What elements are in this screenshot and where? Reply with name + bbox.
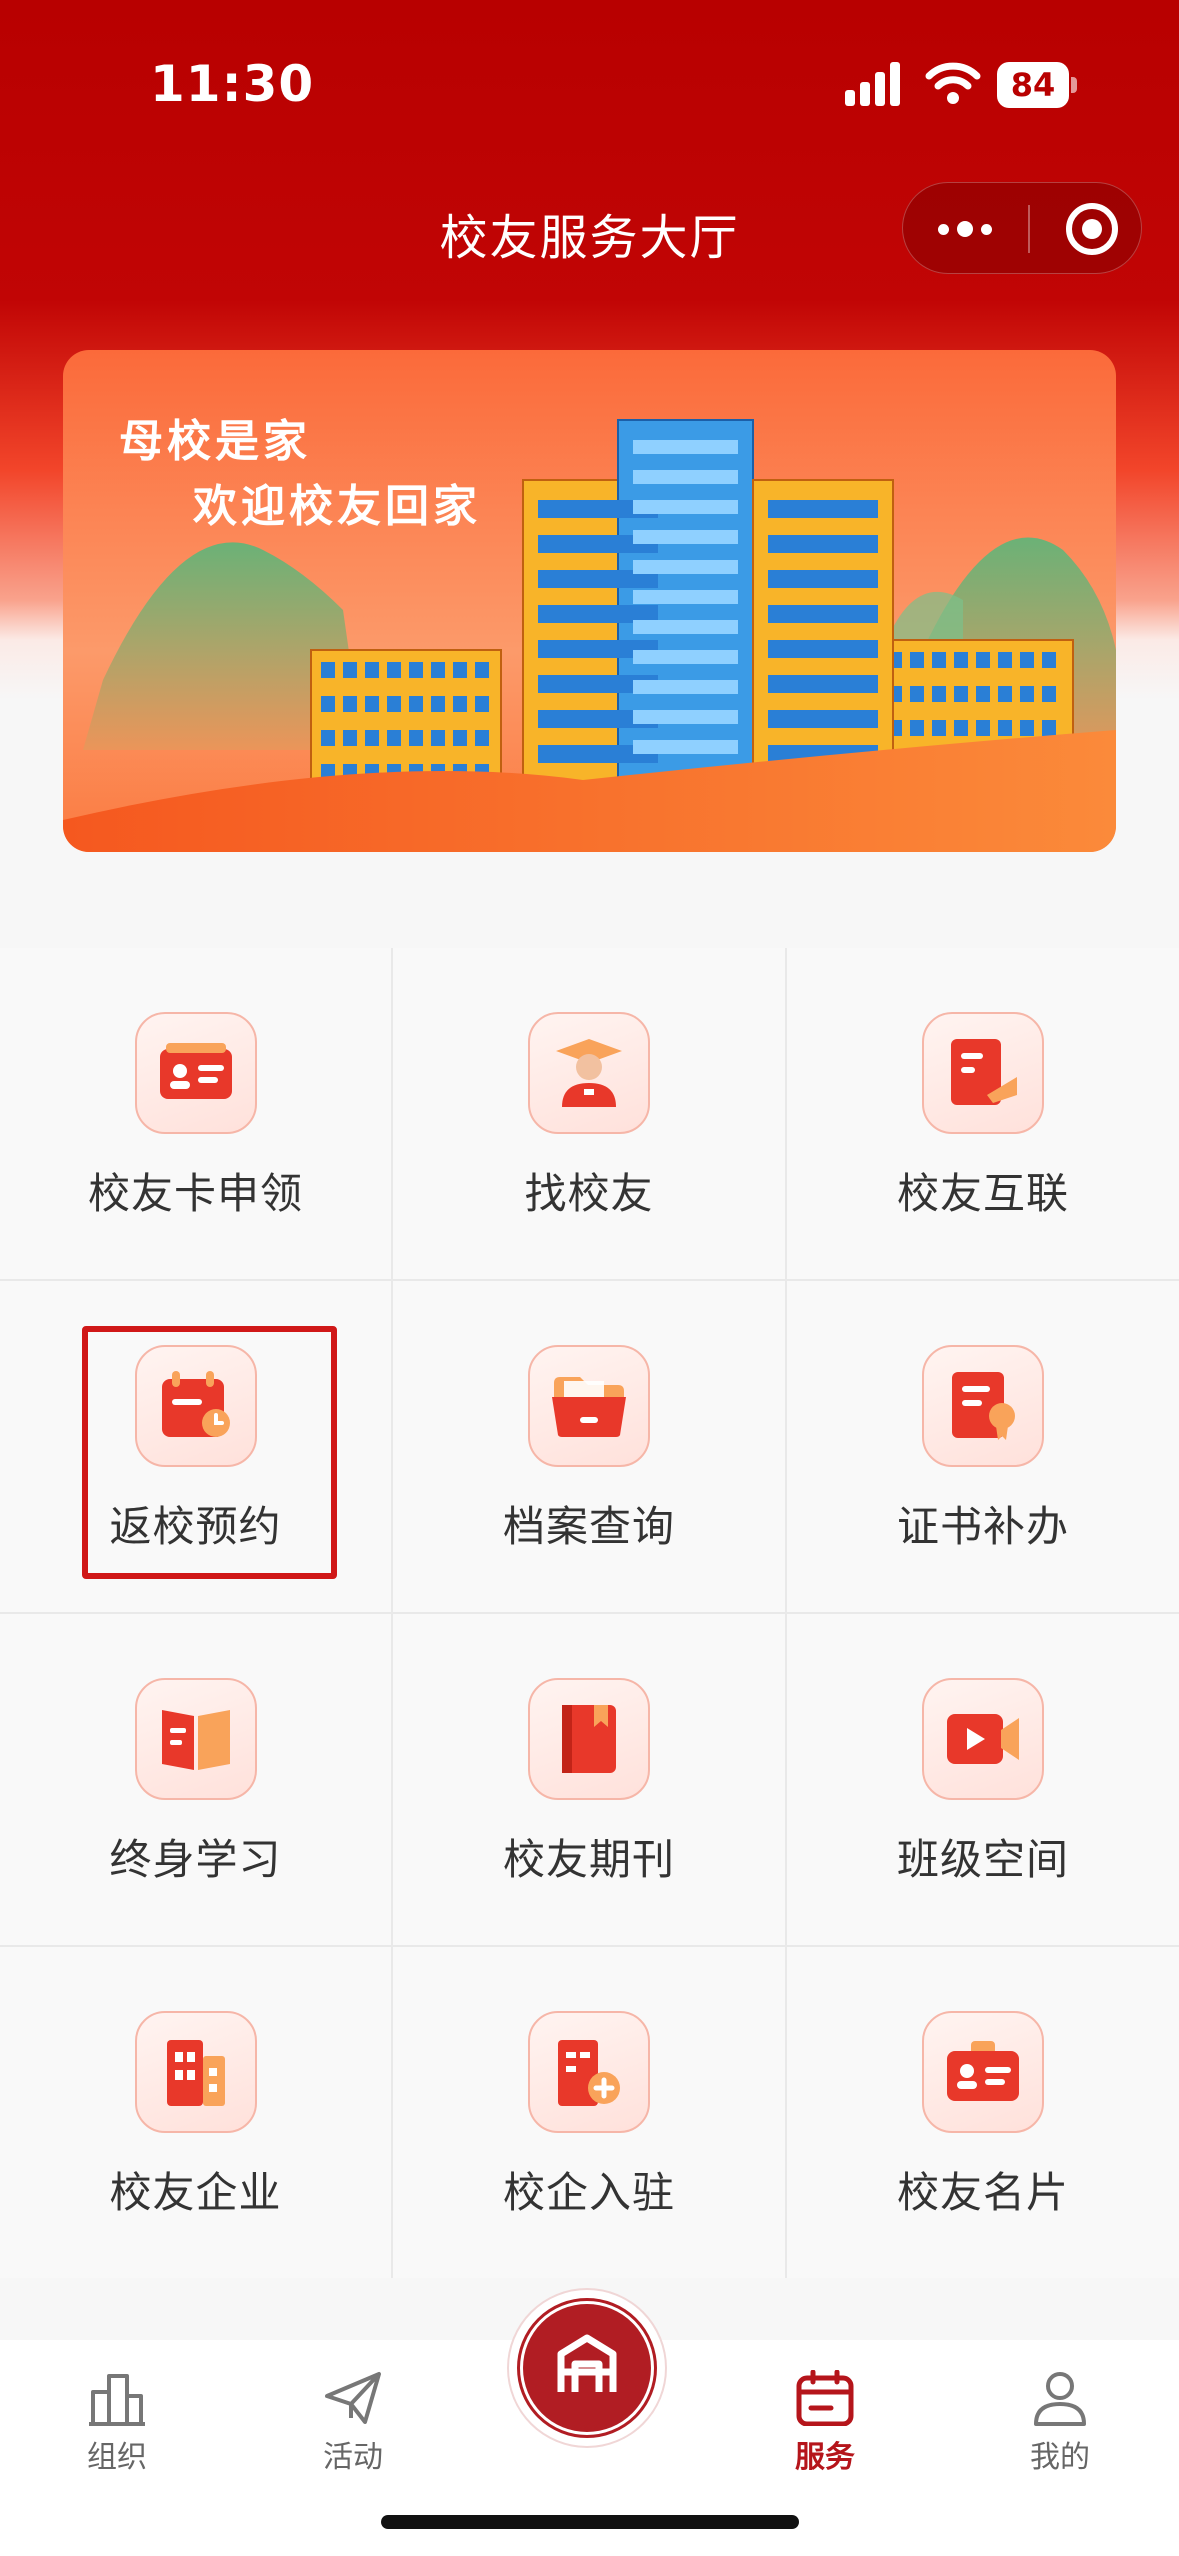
calendar-clock-icon	[134, 1345, 257, 1467]
service-label: 校友名片	[896, 2168, 1069, 2217]
status-bar: 11:30 84	[0, 0, 1179, 175]
status-time: 11:30	[150, 55, 315, 113]
name-card-icon	[922, 2011, 1044, 2133]
document-pen-icon	[922, 1012, 1044, 1134]
wifi-icon	[925, 62, 981, 104]
service-label: 校友互联	[896, 1169, 1069, 1218]
service-alumni-name-card[interactable]: 校友名片	[787, 1947, 1179, 2278]
paper-plane-icon	[325, 2372, 381, 2424]
service-label: 证书补办	[896, 1502, 1069, 1551]
mini-program-capsule	[902, 182, 1142, 274]
service-certificate-reissue[interactable]: 证书补办	[787, 1281, 1179, 1612]
building-add-icon	[528, 2011, 650, 2133]
calendar-icon	[796, 2370, 854, 2426]
graduate-person-icon	[528, 1012, 650, 1134]
service-label: 返校预约	[109, 1502, 282, 1551]
service-label: 校友卡申领	[87, 1169, 303, 1218]
folder-icon	[528, 1345, 650, 1467]
service-label: 校友期刊	[502, 1835, 675, 1884]
banner-slogan-line2: 欢迎校友回家	[193, 481, 481, 532]
tab-organization[interactable]: 组织	[42, 2370, 192, 2476]
service-label: 档案查询	[502, 1502, 675, 1551]
service-archive-query[interactable]: 档案查询	[393, 1281, 785, 1612]
tab-label: 服务	[795, 2440, 855, 2475]
battery-level: 84	[997, 62, 1069, 108]
organization-icon	[89, 2374, 145, 2426]
service-alumni-journal[interactable]: 校友期刊	[393, 1614, 785, 1945]
service-alumni-card[interactable]: 校友卡申领	[0, 948, 391, 1279]
banner[interactable]: 母校是家 欢迎校友回家	[63, 350, 1116, 852]
capsule-divider	[1028, 205, 1030, 253]
service-grid: 校友卡申领 找校友 校友互联 返校预约 档案查询 证书补办 终身学习 校友期刊 …	[0, 948, 1179, 2278]
service-lifelong-learning[interactable]: 终身学习	[0, 1614, 391, 1945]
id-card-icon	[134, 1012, 257, 1134]
tab-service[interactable]: 服务	[750, 2370, 900, 2476]
user-icon	[1034, 2372, 1086, 2426]
video-camera-icon	[922, 1678, 1044, 1800]
university-emblem-icon	[523, 2304, 651, 2432]
magazine-icon	[528, 1678, 650, 1800]
more-dots-icon[interactable]	[903, 183, 1027, 275]
service-enterprise-registration[interactable]: 校企入驻	[393, 1947, 785, 2278]
cellular-signal-icon	[845, 62, 900, 106]
service-label: 找校友	[524, 1169, 654, 1218]
service-campus-visit-booking[interactable]: 返校预约	[0, 1281, 391, 1612]
service-alumni-connect[interactable]: 校友互联	[787, 948, 1179, 1279]
open-book-icon	[134, 1678, 257, 1800]
battery-tip	[1071, 77, 1077, 93]
service-class-space[interactable]: 班级空间	[787, 1614, 1179, 1945]
close-target-icon[interactable]	[1066, 203, 1118, 255]
certificate-icon	[922, 1345, 1044, 1467]
battery-indicator: 84	[997, 62, 1077, 108]
building-icon	[134, 2011, 257, 2133]
tab-label: 我的	[1030, 2440, 1090, 2475]
service-find-alumni[interactable]: 找校友	[393, 948, 785, 1279]
tab-label: 组织	[87, 2440, 147, 2475]
home-indicator	[381, 2515, 799, 2529]
tab-activity[interactable]: 活动	[278, 2370, 428, 2476]
banner-slogan-line1: 母校是家	[119, 416, 311, 467]
university-emblem-button[interactable]	[509, 2290, 665, 2446]
service-label: 终身学习	[109, 1835, 282, 1884]
service-label: 校企入驻	[502, 2168, 675, 2217]
service-label: 校友企业	[109, 2168, 282, 2217]
service-label: 班级空间	[896, 1835, 1069, 1884]
service-alumni-enterprise[interactable]: 校友企业	[0, 1947, 391, 2278]
tab-label: 活动	[323, 2440, 383, 2475]
tab-mine[interactable]: 我的	[985, 2370, 1135, 2476]
